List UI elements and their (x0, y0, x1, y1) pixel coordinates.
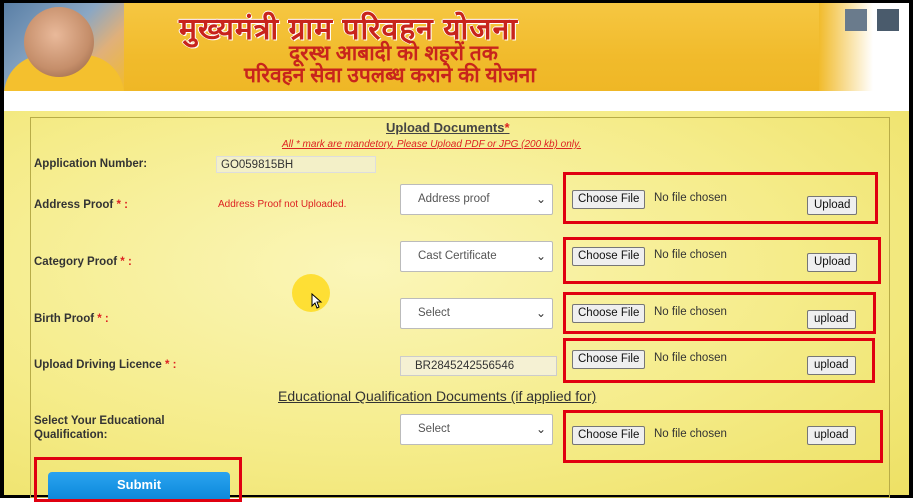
category-proof-select[interactable]: Cast Certificate ⌄ (400, 241, 553, 272)
address-upload-button[interactable]: Upload (807, 196, 858, 215)
licence-choose-file-button[interactable]: Choose File (572, 350, 646, 369)
category-choose-file-button[interactable]: Choose File (572, 247, 646, 266)
education-label-line1: Select Your Educational (34, 415, 165, 427)
address-no-file-text: No file chosen (654, 192, 727, 204)
address-proof-status: Address Proof not Uploaded. (218, 199, 347, 210)
category-no-file-text: No file chosen (654, 249, 727, 261)
chief-minister-photo (4, 3, 124, 91)
birth-no-file-text: No file chosen (654, 306, 727, 318)
birth-proof-label: Birth Proof * : (34, 313, 109, 325)
birth-choose-file-button[interactable]: Choose File (572, 304, 646, 323)
application-number-field: GO059815BH (216, 156, 376, 173)
header-banner: मुख्यमंत्री ग्राम परिवहन योजना दूरस्थ आब… (4, 3, 909, 91)
licence-no-file-text: No file chosen (654, 352, 727, 364)
education-select[interactable]: Select ⌄ (400, 414, 553, 445)
education-no-file-text: No file chosen (654, 428, 727, 440)
address-proof-label: Address Proof * : (34, 199, 128, 211)
chevron-down-icon: ⌄ (535, 192, 546, 206)
mandatory-note: All * mark are mandetory, Please Upload … (282, 139, 582, 150)
category-proof-label: Category Proof * : (34, 256, 132, 268)
chevron-down-icon: ⌄ (535, 306, 546, 320)
education-label-line2: Qualification: (34, 429, 108, 441)
section-title: Upload Documents* (386, 120, 510, 135)
birth-upload-button[interactable]: upload (807, 310, 856, 329)
education-section-title: Educational Qualification Documents (if … (278, 388, 597, 404)
banner-subtitle-2: परिवहन सेवा उपलब्ध कराने की योजना (244, 64, 536, 87)
highlight-box-submit (34, 457, 242, 502)
education-upload-button[interactable]: upload (807, 426, 856, 445)
chevron-down-icon: ⌄ (535, 422, 546, 436)
application-number-label: Application Number: (34, 158, 148, 170)
licence-upload-button[interactable]: upload (807, 356, 856, 375)
category-upload-button[interactable]: Upload (807, 253, 858, 272)
education-choose-file-button[interactable]: Choose File (572, 426, 646, 445)
mouse-pointer-icon (311, 293, 323, 309)
address-proof-select[interactable]: Address proof ⌄ (400, 184, 553, 215)
driving-licence-label: Upload Driving Licence * : (34, 359, 177, 371)
banner-right-graphic (819, 3, 909, 91)
driving-licence-number: BR2845242556546 (400, 356, 557, 376)
birth-proof-select[interactable]: Select ⌄ (400, 298, 553, 329)
chevron-down-icon: ⌄ (535, 249, 546, 263)
address-choose-file-button[interactable]: Choose File (572, 190, 646, 209)
header-gap (4, 91, 909, 194)
